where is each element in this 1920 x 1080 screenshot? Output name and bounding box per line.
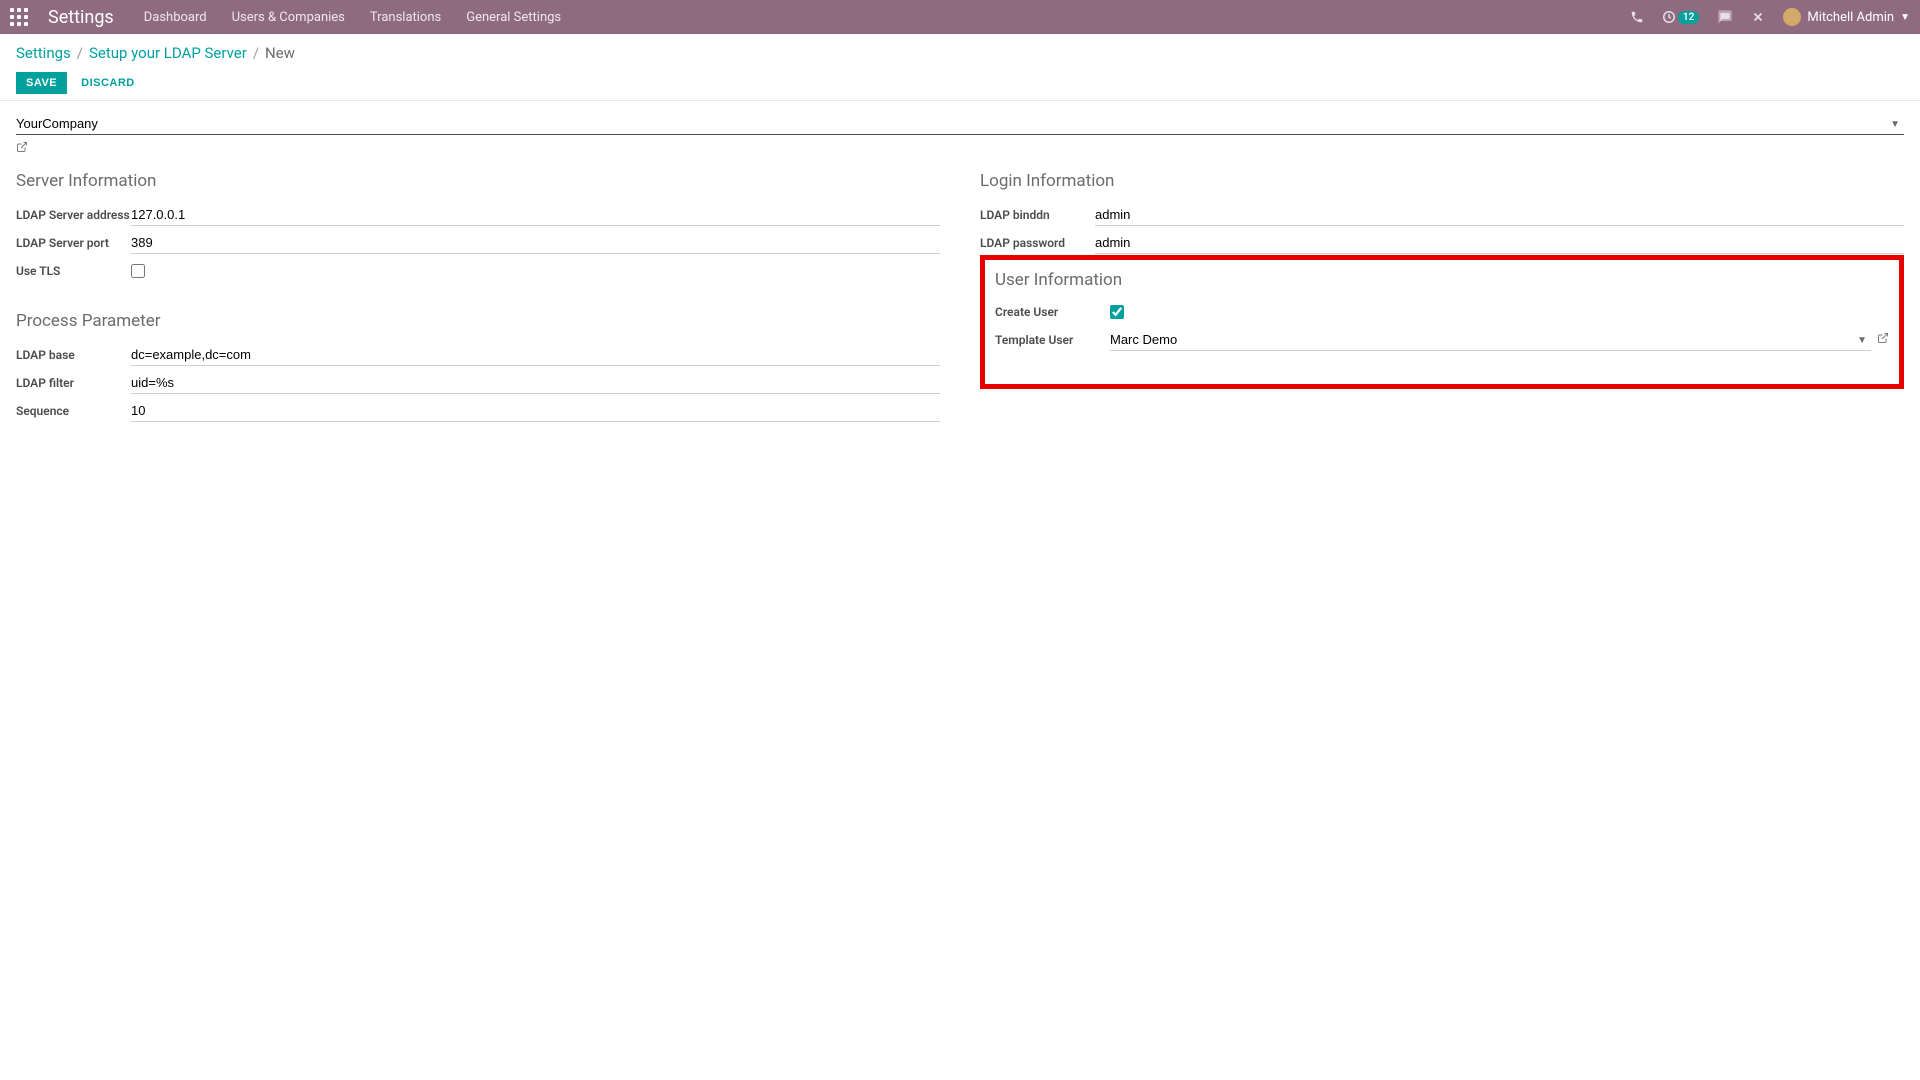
caret-down-icon: ▼ bbox=[1900, 12, 1910, 23]
label-use-tls: Use TLS bbox=[16, 264, 131, 278]
avatar bbox=[1783, 8, 1801, 26]
label-ldap-base: LDAP base bbox=[16, 348, 131, 362]
user-info-highlight: User Information Create User Template Us… bbox=[980, 255, 1904, 389]
checkbox-create-user[interactable] bbox=[1110, 305, 1124, 319]
user-menu[interactable]: Mitchell Admin ▼ bbox=[1783, 8, 1910, 26]
right-column: Login Information LDAP binddn LDAP passw… bbox=[980, 171, 1904, 427]
external-link-icon[interactable] bbox=[16, 142, 28, 157]
field-template-user: Template User ▼ bbox=[995, 328, 1889, 352]
field-use-tls: Use TLS bbox=[16, 259, 940, 283]
label-server-port: LDAP Server port bbox=[16, 236, 131, 250]
field-ldap-filter: LDAP filter bbox=[16, 371, 940, 395]
save-button[interactable]: SAVE bbox=[16, 72, 67, 94]
external-link-icon[interactable] bbox=[1877, 332, 1889, 348]
activity-badge: 12 bbox=[1678, 11, 1699, 24]
nav-general-settings[interactable]: General Settings bbox=[466, 10, 561, 25]
company-m2o[interactable]: ▼ bbox=[16, 113, 1904, 135]
breadcrumb-mid[interactable]: Setup your LDAP Server bbox=[89, 44, 247, 62]
input-ldap-filter[interactable] bbox=[131, 372, 940, 394]
input-binddn[interactable] bbox=[1095, 204, 1904, 226]
chevron-down-icon[interactable]: ▼ bbox=[1857, 335, 1867, 346]
field-ldap-base: LDAP base bbox=[16, 343, 940, 367]
field-binddn: LDAP binddn bbox=[980, 203, 1904, 227]
label-create-user: Create User bbox=[995, 305, 1110, 319]
label-binddn: LDAP binddn bbox=[980, 208, 1095, 222]
label-sequence: Sequence bbox=[16, 404, 131, 418]
nav-dashboard[interactable]: Dashboard bbox=[144, 10, 207, 25]
breadcrumb: Settings / Setup your LDAP Server / New bbox=[16, 44, 1904, 62]
section-user-info: User Information bbox=[995, 270, 1889, 290]
messaging-icon[interactable] bbox=[1717, 9, 1733, 25]
discard-button[interactable]: DISCARD bbox=[81, 77, 135, 89]
input-ldap-base[interactable] bbox=[131, 344, 940, 366]
left-column: Server Information LDAP Server address L… bbox=[16, 171, 940, 427]
breadcrumb-sep: / bbox=[77, 44, 83, 62]
breadcrumb-sep: / bbox=[253, 44, 259, 62]
action-buttons: SAVE DISCARD bbox=[16, 72, 1904, 94]
form-columns: Server Information LDAP Server address L… bbox=[16, 171, 1904, 427]
section-server-info: Server Information bbox=[16, 171, 940, 191]
phone-icon[interactable] bbox=[1630, 10, 1644, 24]
form-sheet: ▼ Server Information LDAP Server address… bbox=[0, 101, 1920, 439]
input-server-address[interactable] bbox=[131, 204, 940, 226]
template-user-m2o[interactable]: ▼ bbox=[1110, 329, 1889, 351]
company-field-row: ▼ bbox=[16, 113, 1904, 135]
field-sequence: Sequence bbox=[16, 399, 940, 423]
label-ldap-filter: LDAP filter bbox=[16, 376, 131, 390]
company-input[interactable] bbox=[16, 113, 1904, 135]
chevron-down-icon[interactable]: ▼ bbox=[1890, 119, 1900, 130]
input-sequence[interactable] bbox=[131, 400, 940, 422]
topbar-right: 12 Mitchell Admin ▼ bbox=[1630, 8, 1910, 26]
control-panel: Settings / Setup your LDAP Server / New … bbox=[0, 34, 1920, 101]
breadcrumb-root[interactable]: Settings bbox=[16, 44, 71, 62]
input-server-port[interactable] bbox=[131, 232, 940, 254]
field-create-user: Create User bbox=[995, 300, 1889, 324]
nav-menu: Dashboard Users & Companies Translations… bbox=[144, 10, 561, 25]
field-server-address: LDAP Server address bbox=[16, 203, 940, 227]
close-icon[interactable] bbox=[1751, 10, 1765, 24]
user-name: Mitchell Admin bbox=[1807, 10, 1894, 25]
checkbox-use-tls[interactable] bbox=[131, 264, 145, 278]
input-template-user[interactable] bbox=[1110, 329, 1871, 351]
apps-icon[interactable] bbox=[10, 8, 28, 26]
activity-icon[interactable]: 12 bbox=[1662, 10, 1699, 24]
section-login-info: Login Information bbox=[980, 171, 1904, 191]
label-password: LDAP password bbox=[980, 236, 1095, 250]
field-server-port: LDAP Server port bbox=[16, 231, 940, 255]
nav-users-companies[interactable]: Users & Companies bbox=[232, 10, 345, 25]
breadcrumb-current: New bbox=[265, 44, 295, 62]
app-title: Settings bbox=[48, 7, 114, 28]
input-password[interactable] bbox=[1095, 232, 1904, 254]
section-process-param: Process Parameter bbox=[16, 311, 940, 331]
label-template-user: Template User bbox=[995, 333, 1110, 347]
top-navbar: Settings Dashboard Users & Companies Tra… bbox=[0, 0, 1920, 34]
nav-translations[interactable]: Translations bbox=[370, 10, 441, 25]
field-password: LDAP password bbox=[980, 231, 1904, 255]
label-server-address: LDAP Server address bbox=[16, 208, 131, 222]
